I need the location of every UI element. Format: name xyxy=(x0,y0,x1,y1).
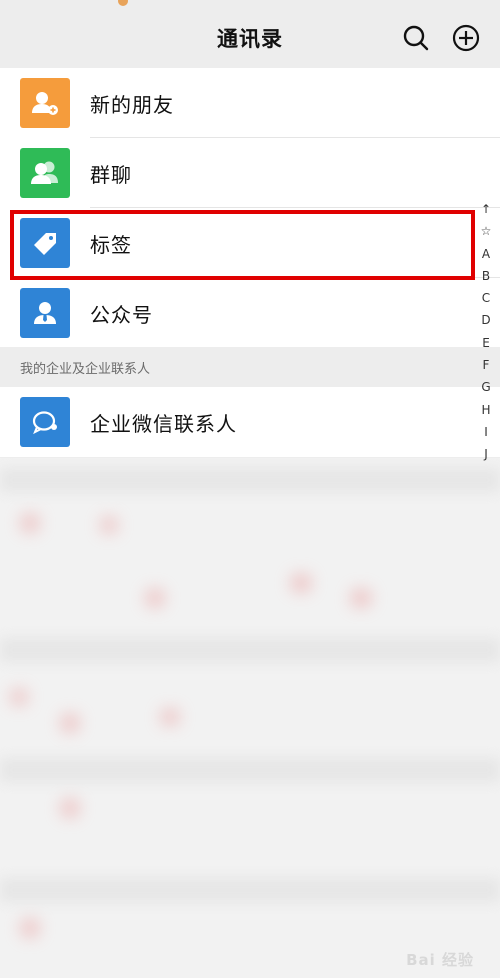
blurred-section xyxy=(0,758,500,782)
alphabet-index[interactable]: ↑ ☆ A B C D E F G H I J xyxy=(475,198,497,466)
index-letter[interactable]: I xyxy=(484,421,488,443)
contacts-function-list: 新的朋友 群聊 标签 公众号 xyxy=(0,68,500,348)
new-friends-item[interactable]: 新的朋友 xyxy=(0,68,500,138)
enterprise-contacts-item[interactable]: 企业微信联系人 xyxy=(0,387,500,457)
top-bar: 通讯录 xyxy=(0,8,500,68)
group-chats-label: 群聊 xyxy=(90,162,132,187)
index-letter[interactable]: J xyxy=(484,443,488,465)
group-chats-item[interactable]: 群聊 xyxy=(0,138,500,208)
enterprise-list: 企业微信联系人 xyxy=(0,387,500,457)
blurred-avatar xyxy=(20,918,40,938)
blurred-section xyxy=(0,878,500,902)
blurred-avatar xyxy=(145,588,165,608)
blurred-avatar xyxy=(290,573,312,593)
index-letter[interactable]: D xyxy=(481,309,490,331)
new-friends-label: 新的朋友 xyxy=(90,92,174,117)
section-header: 我的企业及企业联系人 xyxy=(0,347,500,387)
tags-item[interactable]: 标签 xyxy=(0,208,500,278)
index-letter[interactable]: G xyxy=(481,376,490,398)
add-friend-icon xyxy=(20,78,70,128)
blurred-section xyxy=(0,468,500,492)
section-title: 我的企业及企业联系人 xyxy=(20,361,151,377)
enterprise-contacts-label: 企业微信联系人 xyxy=(90,411,237,436)
tag-icon xyxy=(20,218,70,268)
index-letter[interactable]: C xyxy=(482,287,490,309)
blurred-contact-list xyxy=(0,458,500,978)
status-indicator xyxy=(118,0,128,6)
official-account-icon xyxy=(20,288,70,338)
page-title: 通讯录 xyxy=(217,27,283,51)
tags-label: 标签 xyxy=(90,232,132,257)
blurred-avatar xyxy=(100,516,118,534)
index-letter[interactable]: ☆ xyxy=(481,220,492,242)
official-accounts-label: 公众号 xyxy=(90,302,153,327)
search-icon[interactable] xyxy=(400,22,432,54)
status-bar xyxy=(0,0,500,8)
index-letter[interactable]: E xyxy=(482,332,490,354)
blurred-avatar xyxy=(60,713,80,733)
blurred-avatar xyxy=(60,798,80,818)
index-letter[interactable]: B xyxy=(482,265,490,287)
blurred-avatar xyxy=(10,688,28,706)
add-plus-icon[interactable] xyxy=(450,22,482,54)
watermark: Bai 经验 xyxy=(406,951,474,969)
index-letter[interactable]: H xyxy=(481,399,490,421)
blurred-avatar xyxy=(160,708,180,726)
enterprise-contact-icon xyxy=(20,397,70,447)
group-chat-icon xyxy=(20,148,70,198)
index-letter[interactable]: A xyxy=(482,243,490,265)
index-letter[interactable]: ↑ xyxy=(481,198,491,220)
official-accounts-item[interactable]: 公众号 xyxy=(0,278,500,348)
blurred-avatar xyxy=(350,588,372,608)
index-letter[interactable]: F xyxy=(483,354,490,376)
blurred-section xyxy=(0,638,500,662)
blurred-avatar xyxy=(20,513,40,533)
